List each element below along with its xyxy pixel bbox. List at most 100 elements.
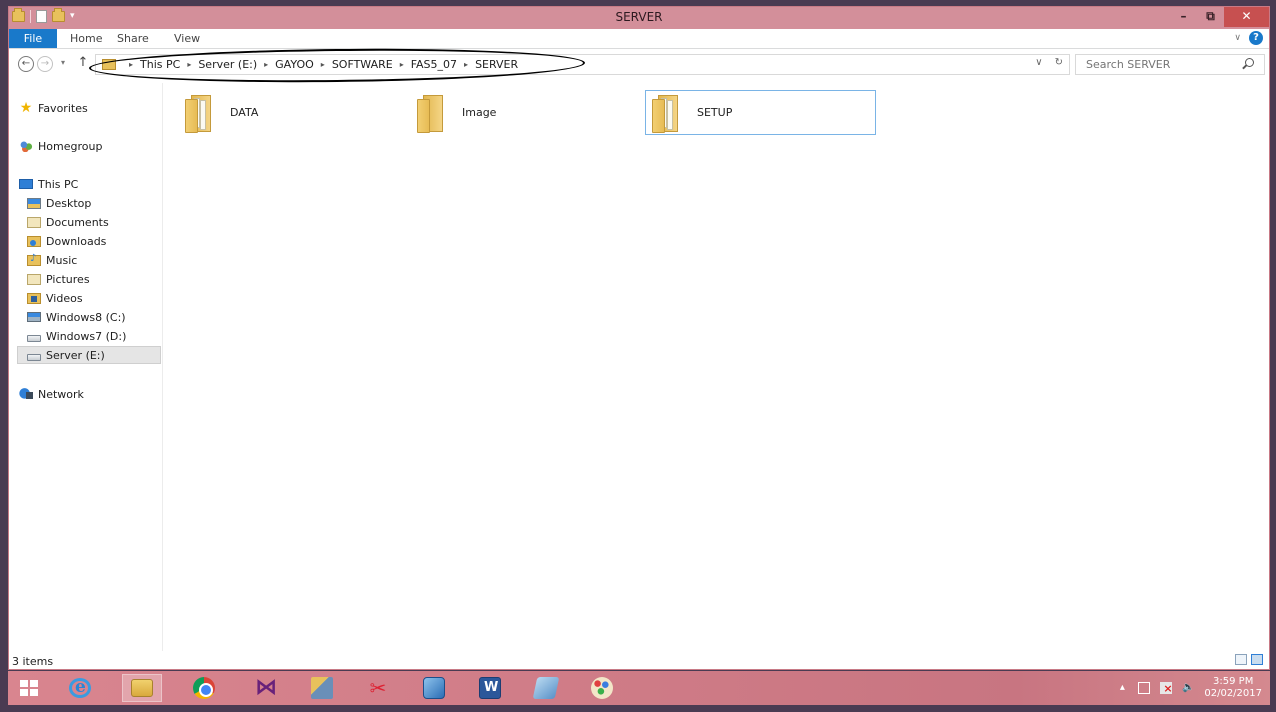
breadcrumb-separator-icon[interactable]: ▸ <box>321 60 325 69</box>
sidebar-item-server-e[interactable]: Server (E:) <box>17 346 161 364</box>
taskbar-note[interactable] <box>526 674 566 702</box>
sidebar-item-label: Desktop <box>46 196 92 210</box>
word-icon <box>479 677 501 699</box>
breadcrumb-separator-icon[interactable]: ▸ <box>464 60 468 69</box>
note-icon <box>532 677 560 699</box>
folder-icon <box>417 93 449 133</box>
restore-button[interactable]: ⧉ <box>1197 7 1224 27</box>
close-button[interactable]: ✕ <box>1224 7 1269 27</box>
breadcrumb-segment[interactable]: FAS5_07 <box>411 58 457 71</box>
taskbar-visual-studio[interactable]: ⋈ <box>246 674 286 702</box>
action-center-icon[interactable] <box>1160 682 1173 695</box>
breadcrumb-segment[interactable]: Server (E:) <box>198 58 257 71</box>
breadcrumb-segment[interactable]: This PC <box>140 58 180 71</box>
breadcrumb-segment[interactable]: GAYOO <box>275 58 314 71</box>
breadcrumb-separator-icon[interactable]: ▸ <box>187 60 191 69</box>
desktop-icon <box>27 197 41 209</box>
music-icon <box>27 253 41 266</box>
sidebar-item-videos[interactable]: Videos <box>27 289 83 307</box>
drive-icon <box>27 334 41 342</box>
sidebar-item-label: Pictures <box>46 272 90 286</box>
sidebar-item-this-pc[interactable]: This PC <box>19 175 78 193</box>
taskbar-chrome[interactable] <box>184 674 224 702</box>
search-input[interactable] <box>1075 54 1265 75</box>
breadcrumb-separator-icon[interactable]: ▸ <box>129 60 133 69</box>
pictures-icon <box>27 273 41 285</box>
sidebar-item-label: Videos <box>46 291 83 305</box>
sidebar-item-documents[interactable]: Documents <box>27 213 109 231</box>
folder-name: SETUP <box>697 106 733 119</box>
list-item[interactable]: DATA <box>179 90 409 135</box>
explorer-window: ▾ SERVER – ⧉ ✕ File Home Share View ∨ ? … <box>8 6 1270 670</box>
sidebar-item-pictures[interactable]: Pictures <box>27 270 90 288</box>
sidebar-item-favorites[interactable]: ★ Favorites <box>19 99 88 117</box>
breadcrumb-separator-icon[interactable]: ▸ <box>400 60 404 69</box>
ribbon: File Home Share View ∨ ? <box>9 29 1269 49</box>
list-item[interactable]: Image <box>411 90 641 135</box>
sidebar-item-label: Homegroup <box>38 139 103 153</box>
window-controls: – ⧉ ✕ <box>1170 7 1269 27</box>
star-icon: ★ <box>19 100 33 116</box>
sidebar-item-label: Network <box>38 387 84 401</box>
system-tray: ▴ 🔈 3:59 PM 02/02/2017 <box>1116 671 1262 705</box>
back-button[interactable]: ← <box>18 56 34 72</box>
sidebar-item-downloads[interactable]: Downloads <box>27 232 106 250</box>
sidebar-item-label: Server (E:) <box>46 348 105 362</box>
taskbar-internet-explorer[interactable] <box>60 674 100 702</box>
view-toggle <box>1235 654 1263 665</box>
ribbon-right: ∨ ? <box>1234 31 1263 45</box>
volume-icon[interactable]: 🔈 <box>1182 682 1194 694</box>
tab-file[interactable]: File <box>9 29 57 48</box>
address-dropdown-icon[interactable]: ∨ <box>1035 57 1042 68</box>
forward-button[interactable]: → <box>37 56 53 72</box>
taskbar-word[interactable] <box>470 674 510 702</box>
large-icons-view-icon[interactable] <box>1251 654 1263 665</box>
show-hidden-icons-icon[interactable]: ▴ <box>1116 682 1128 694</box>
search-icon[interactable] <box>1245 58 1254 67</box>
title-bar[interactable]: ▾ SERVER – ⧉ ✕ <box>9 7 1269 29</box>
help-icon[interactable]: ? <box>1249 31 1263 45</box>
refresh-icon[interactable]: ↻ <box>1055 57 1063 68</box>
navigation-bar: ← → ▾ ↑ ▸ This PC ▸ Server (E:) ▸ GAYOO ▸ SOFTW… <box>9 46 1269 85</box>
tab-share[interactable]: Share <box>117 29 149 48</box>
expand-ribbon-icon[interactable]: ∨ <box>1234 33 1241 43</box>
minimize-button[interactable]: – <box>1170 7 1197 27</box>
homegroup-icon <box>19 140 33 152</box>
navigation-pane: ★ Favorites Homegroup This PC Desktop Do… <box>9 83 163 651</box>
folder-name: DATA <box>230 106 259 119</box>
file-explorer-icon <box>131 679 153 697</box>
taskbar-snipping-tool[interactable]: ✂ <box>358 674 398 702</box>
network-icon <box>19 388 33 400</box>
windows-drive-icon <box>27 312 41 322</box>
list-item-selected[interactable]: SETUP <box>645 90 876 135</box>
breadcrumb-segment[interactable]: SOFTWARE <box>332 58 393 71</box>
documents-icon <box>27 216 41 228</box>
tool-icon <box>311 677 333 699</box>
network-status-icon[interactable] <box>1138 682 1151 694</box>
tab-view[interactable]: View <box>174 29 200 48</box>
downloads-icon <box>27 235 41 247</box>
status-bar: 3 items <box>9 651 1269 669</box>
taskbar-tool[interactable] <box>302 674 342 702</box>
taskbar-file-explorer[interactable] <box>122 674 162 702</box>
breadcrumb-separator-icon[interactable]: ▸ <box>264 60 268 69</box>
taskbar-paint[interactable] <box>582 674 622 702</box>
sidebar-item-homegroup[interactable]: Homegroup <box>19 137 102 155</box>
sidebar-item-windows7-d[interactable]: Windows7 (D:) <box>27 327 126 345</box>
start-button[interactable] <box>20 680 38 696</box>
clock[interactable]: 3:59 PM 02/02/2017 <box>1204 676 1262 700</box>
breadcrumb-segment[interactable]: SERVER <box>475 58 518 71</box>
sidebar-item-windows8-c[interactable]: Windows8 (C:) <box>27 308 126 326</box>
address-bar[interactable]: ▸ This PC ▸ Server (E:) ▸ GAYOO ▸ SOFTWARE ▸ FAS5… <box>95 54 1070 75</box>
up-button[interactable]: ↑ <box>75 56 91 72</box>
sidebar-item-music[interactable]: Music <box>27 251 77 269</box>
recent-locations-button[interactable]: ▾ <box>58 56 68 72</box>
sidebar-item-label: Favorites <box>38 101 88 115</box>
tab-home[interactable]: Home <box>70 29 102 48</box>
sidebar-item-network[interactable]: Network <box>19 385 84 403</box>
item-count: 3 items <box>12 655 54 668</box>
taskbar-virtualbox[interactable] <box>414 674 454 702</box>
details-view-icon[interactable] <box>1235 654 1247 665</box>
paint-icon <box>591 677 613 699</box>
sidebar-item-desktop[interactable]: Desktop <box>27 194 91 212</box>
